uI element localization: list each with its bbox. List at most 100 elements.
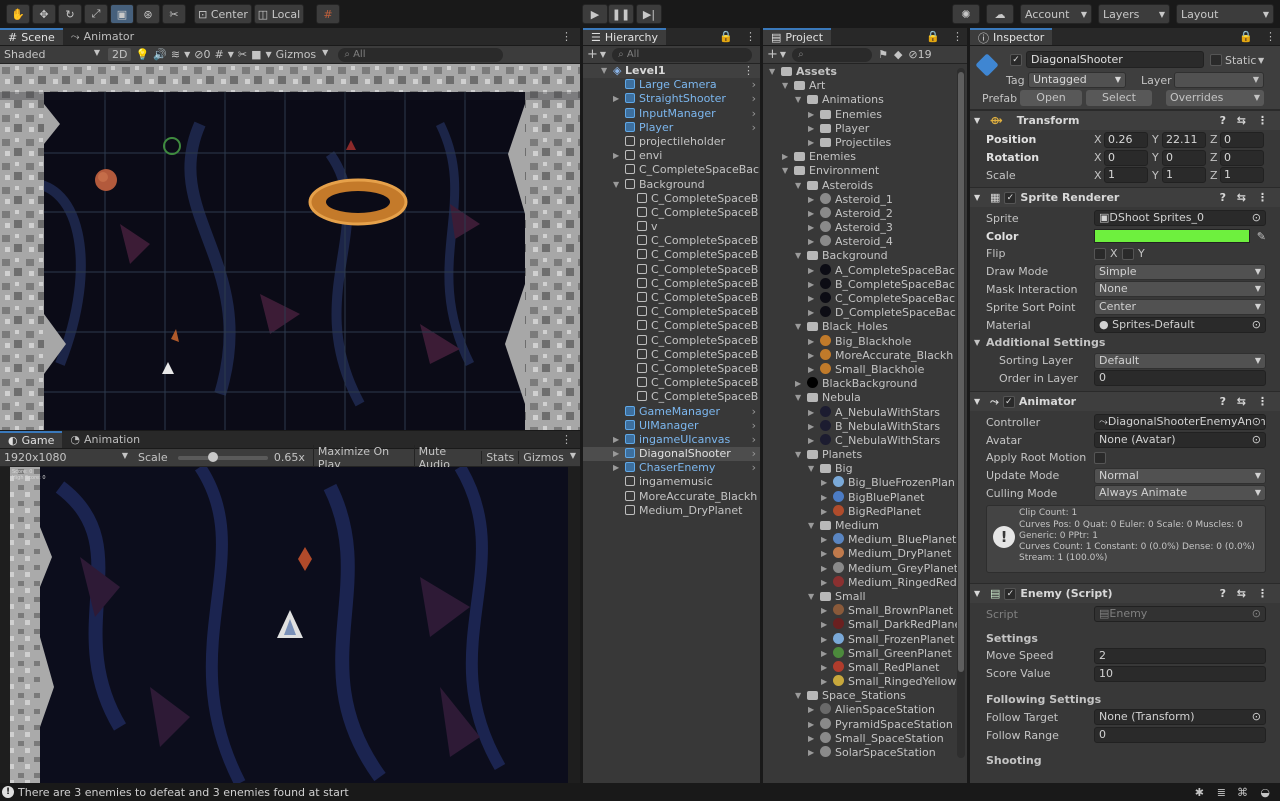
project-item[interactable]: ▶ Asteroid_4 [763, 235, 967, 249]
transform-tool-button[interactable]: ⊛ [136, 4, 160, 24]
component-menu-icon[interactable]: ⋮ [1257, 191, 1268, 204]
scale-slider[interactable] [177, 451, 268, 462]
controller-field[interactable]: ⤳DiagonalShooterEnemyAnim ⊙ [1094, 414, 1266, 431]
project-item[interactable]: ▼ Big [763, 462, 967, 476]
hierarchy-item[interactable]: C_CompleteSpaceB [583, 234, 760, 248]
project-item[interactable]: ▶ Small_BrownPlanet [763, 604, 967, 618]
game-viewport[interactable]: Score: 0 High Score: 0 [0, 467, 580, 783]
progress-icon[interactable]: ◒ [1260, 786, 1270, 799]
hierarchy-item[interactable]: C_CompleteSpaceB [583, 305, 760, 319]
add-icon[interactable]: + [587, 47, 598, 62]
follow-range-input[interactable]: 0 [1094, 727, 1266, 744]
foldout-arrow-icon[interactable]: ▶ [808, 406, 814, 420]
services-button[interactable]: ✺ [952, 4, 980, 24]
foldout-arrow-icon[interactable]: ▶ [808, 292, 814, 306]
space-toggle[interactable]: ◫ Local [254, 4, 304, 24]
help-icon[interactable]: ? [1220, 191, 1226, 204]
game-gizmos-dropdown[interactable]: Gizmos ▼ [518, 451, 580, 464]
project-item[interactable]: ▼ Planets [763, 448, 967, 462]
foldout-arrow-icon[interactable]: ▶ [808, 718, 814, 732]
hierarchy-item[interactable]: ▶ DiagonalShooter › [583, 447, 760, 462]
prefab-select-button[interactable]: Select [1086, 90, 1152, 106]
hierarchy-item[interactable]: C_CompleteSpaceB [583, 263, 760, 277]
project-item[interactable]: ▼ Black_Holes [763, 320, 967, 334]
foldout-arrow-icon[interactable]: ▶ [821, 576, 827, 590]
project-item[interactable]: ▶ Medium_GreyPlanet [763, 561, 967, 576]
foldout-arrow-icon[interactable]: ▼ [795, 179, 801, 193]
foldout-arrow-icon[interactable]: ▶ [821, 647, 827, 661]
foldout-arrow-icon[interactable]: ▼ [795, 320, 801, 334]
material-field[interactable]: ● Sprites-Default ⊙ [1094, 317, 1266, 334]
project-item[interactable]: ▶ AlienSpaceStation [763, 703, 967, 717]
foldout-arrow-icon[interactable]: ▶ [808, 349, 814, 363]
tag-dropdown[interactable]: Untagged ▼ [1028, 72, 1126, 88]
foldout-arrow-icon[interactable]: ▶ [821, 633, 827, 647]
tab-project[interactable]: ▤ Project [763, 28, 832, 45]
object-picker-icon[interactable]: ⊙ [1252, 318, 1261, 332]
preset-icon[interactable]: ⇆ [1237, 191, 1246, 204]
status-message[interactable]: There are 3 enemies to defeat and 3 enem… [18, 786, 349, 799]
foldout-arrow-icon[interactable]: ▶ [821, 547, 827, 561]
grid-snap-button[interactable]: # [316, 4, 340, 24]
rect-tool-button[interactable]: ▣ [110, 4, 134, 24]
project-item[interactable]: ▼ Animations [763, 93, 967, 107]
project-item[interactable]: ▶ Asteroid_1 [763, 192, 967, 207]
project-scrollbar[interactable] [957, 68, 965, 758]
project-item[interactable]: ▶ PyramidSpaceStation [763, 717, 967, 732]
score-value-input[interactable]: 10 [1094, 665, 1266, 682]
flip-y-checkbox[interactable] [1122, 247, 1134, 260]
project-item[interactable]: ▶ C_NebulaWithStars [763, 433, 967, 448]
hierarchy-item[interactable]: ▶ ingameUIcanvas › [583, 433, 760, 447]
hierarchy-item[interactable]: Medium_DryPlanet [583, 504, 760, 518]
hierarchy-item[interactable]: C_CompleteSpaceB [583, 390, 760, 404]
hierarchy-item[interactable]: ingamemusic [583, 475, 760, 489]
position-z-input[interactable]: 0 [1220, 131, 1264, 148]
project-menu-icon[interactable]: ⋮ [948, 28, 967, 45]
project-item[interactable]: ▶ Player [763, 122, 967, 136]
hierarchy-item[interactable]: ▶ ChaserEnemy › [583, 461, 760, 475]
foldout-arrow-icon[interactable]: ▼ [795, 448, 801, 462]
foldout-arrow-icon[interactable]: ▶ [821, 505, 827, 519]
scale-x-axis-label[interactable]: X [1094, 169, 1102, 182]
object-picker-icon[interactable]: ⊙ [1252, 710, 1261, 724]
project-item[interactable]: ▶ B_NebulaWithStars [763, 419, 967, 434]
object-picker-icon[interactable]: ⊙ [1252, 433, 1261, 447]
project-item[interactable]: ▼ Environment [763, 164, 967, 178]
scrollbar-thumb[interactable] [958, 72, 964, 672]
culling-mode-dropdown[interactable]: Always Animate ▼ [1094, 485, 1266, 502]
open-prefab-arrow-icon[interactable]: › [752, 121, 756, 135]
eyedropper-icon[interactable]: ✎ [1257, 230, 1266, 243]
hierarchy-menu-icon[interactable]: ⋮ [741, 28, 760, 45]
foldout-arrow-icon[interactable]: ▶ [808, 746, 814, 760]
follow-target-field[interactable]: None (Transform) ⊙ [1094, 709, 1266, 726]
flip-x-checkbox[interactable] [1094, 247, 1106, 260]
sorting-layer-dropdown[interactable]: Default ▼ [1094, 352, 1266, 369]
inspector-menu-icon[interactable]: ⋮ [1261, 28, 1280, 45]
lighting-icon[interactable]: 💡 [135, 48, 149, 61]
rotation-z-axis-label[interactable]: Z [1210, 151, 1218, 164]
transform-header[interactable]: ▼ ⟴ Transform ? ⇆ ⋮ [970, 110, 1280, 130]
project-item[interactable]: ▶ C_CompleteSpaceBac [763, 292, 967, 306]
foldout-arrow-icon[interactable]: ▼ [782, 79, 788, 93]
lock-icon[interactable]: 🔒 [1231, 28, 1261, 45]
sprite-field[interactable]: ▣DShoot Sprites_0 ⊙ [1094, 210, 1266, 227]
foldout-arrow-icon[interactable]: ▶ [821, 491, 827, 505]
scene-search-input[interactable]: ⌕ All [338, 47, 504, 62]
hierarchy-item[interactable]: Large Camera › [583, 78, 760, 92]
pivot-toggle[interactable]: ⊡ Center [194, 4, 252, 24]
foldout-arrow-icon[interactable]: ▼ [769, 65, 775, 79]
game-menu-icon[interactable]: ⋮ [553, 431, 580, 448]
layer-dropdown[interactable]: ▼ [1174, 72, 1264, 88]
foldout-arrow-icon[interactable]: ▼ [795, 689, 801, 703]
foldout-arrow-icon[interactable]: ▼ [808, 519, 814, 533]
project-item[interactable]: ▶ BigRedPlanet [763, 504, 967, 519]
stats-toggle[interactable]: Stats [481, 451, 518, 464]
dropdown-arrow-icon[interactable]: ▼ [265, 50, 271, 59]
hierarchy-item[interactable]: C_CompleteSpaceB [583, 248, 760, 262]
hierarchy-item[interactable]: InputManager › [583, 107, 760, 121]
gizmos-dropdown[interactable]: Gizmos ▼ [276, 48, 329, 61]
foldout-arrow-icon[interactable]: ▶ [613, 447, 619, 461]
position-y-input[interactable]: 22.11 [1162, 131, 1206, 148]
project-search-input[interactable]: ⌕ [792, 47, 873, 62]
hierarchy-item[interactable]: ▼ Background [583, 178, 760, 192]
